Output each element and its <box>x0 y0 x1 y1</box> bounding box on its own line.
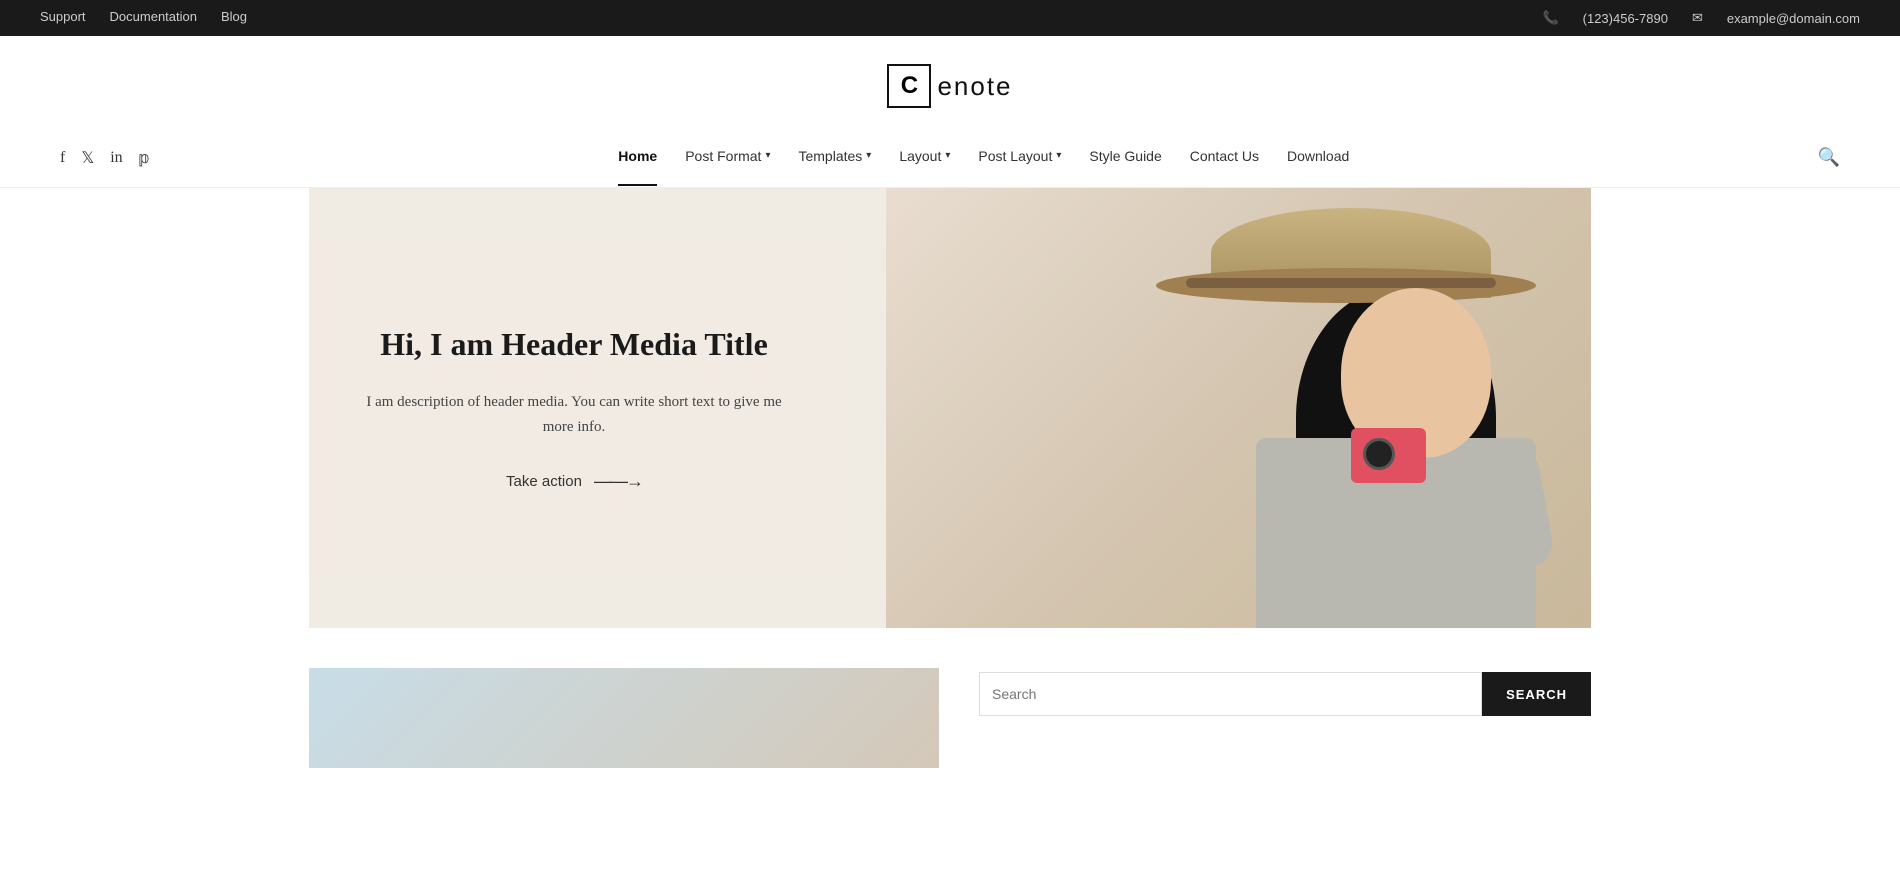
hero-cta-arrow: ——→ <box>594 471 642 492</box>
nav-templates[interactable]: Templates ▾ <box>798 148 871 168</box>
nav-layout[interactable]: Layout ▾ <box>899 148 950 168</box>
nav-post-format[interactable]: Post Format ▾ <box>685 148 770 168</box>
camera-lens <box>1363 438 1395 470</box>
post-format-chevron: ▾ <box>765 150 770 161</box>
topbar-blog-link[interactable]: Blog <box>221 9 247 28</box>
main-nav: Home Post Format ▾ Templates ▾ Layout ▾ … <box>618 148 1349 168</box>
logo-name: enote <box>933 71 1012 102</box>
search-icon-button[interactable]: 🔍 <box>1818 147 1840 168</box>
search-bar: SEARCH <box>979 672 1591 716</box>
hero-section: Hi, I am Header Media Title I am descrip… <box>309 188 1591 628</box>
bottom-image-placeholder <box>309 668 939 768</box>
post-layout-chevron: ▾ <box>1056 150 1061 161</box>
search-button[interactable]: SEARCH <box>1482 672 1591 716</box>
email-address: example@domain.com <box>1727 11 1860 26</box>
nav-style-guide[interactable]: Style Guide <box>1089 148 1161 168</box>
nav-contact-us[interactable]: Contact Us <box>1190 148 1259 168</box>
top-bar-contact: 📞 (123)456-7890 ✉ example@domain.com <box>1542 10 1860 26</box>
search-area: SEARCH <box>979 668 1591 716</box>
social-icons: f 𝕏 in 𝕡 <box>60 148 150 168</box>
hero-title: Hi, I am Header Media Title <box>380 324 768 366</box>
templates-chevron: ▾ <box>866 150 871 161</box>
layout-chevron: ▾ <box>945 150 950 161</box>
pinterest-icon[interactable]: 𝕡 <box>139 148 150 168</box>
top-bar: Support Documentation Blog 📞 (123)456-78… <box>0 0 1900 36</box>
top-bar-links: Support Documentation Blog <box>40 9 247 28</box>
logo-c-letter: C <box>887 64 931 108</box>
hero-content-box: Hi, I am Header Media Title I am descrip… <box>309 238 839 578</box>
hero-cta-label: Take action <box>506 473 582 490</box>
nav-home[interactable]: Home <box>618 148 657 168</box>
nav-download[interactable]: Download <box>1287 148 1349 168</box>
twitter-icon[interactable]: 𝕏 <box>81 148 94 168</box>
topbar-support-link[interactable]: Support <box>40 9 86 28</box>
phone-number: (123)456-7890 <box>1583 11 1668 26</box>
linkedin-icon[interactable]: in <box>110 149 122 167</box>
search-input[interactable] <box>979 672 1482 716</box>
facebook-icon[interactable]: f <box>60 149 65 167</box>
hero-description: I am description of header media. You ca… <box>359 390 789 441</box>
nav-area: f 𝕏 in 𝕡 Home Post Format ▾ Templates ▾ … <box>0 128 1900 188</box>
bottom-section: SEARCH <box>0 668 1900 768</box>
email-icon: ✉ <box>1692 10 1703 26</box>
logo-area: C enote <box>0 36 1900 128</box>
camera-body <box>1351 428 1426 483</box>
logo[interactable]: C enote <box>887 64 1012 108</box>
phone-icon: 📞 <box>1542 10 1558 26</box>
hat-band <box>1186 278 1496 288</box>
nav-post-layout[interactable]: Post Layout ▾ <box>978 148 1061 168</box>
topbar-documentation-link[interactable]: Documentation <box>110 9 197 28</box>
hero-cta-button[interactable]: Take action ——→ <box>506 471 642 492</box>
hero-person-image <box>886 188 1591 628</box>
